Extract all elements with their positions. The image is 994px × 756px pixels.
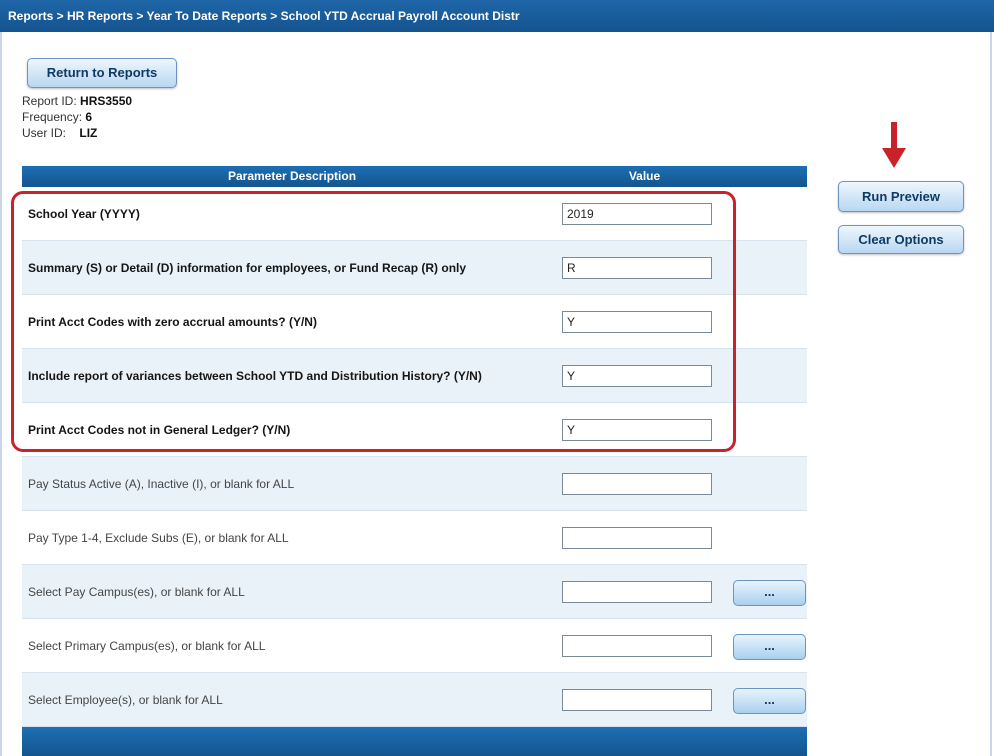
pay-campus-lookup-button[interactable]: ... — [733, 580, 806, 606]
param-label: Select Pay Campus(es), or blank for ALL — [28, 585, 245, 599]
user-id-line: User ID: LIZ — [22, 126, 97, 140]
param-row-variances: Include report of variances between Scho… — [22, 349, 807, 403]
frame-right-edge — [990, 32, 992, 756]
parameters-table-footer — [22, 727, 807, 756]
param-label: Select Primary Campus(es), or blank for … — [28, 639, 266, 653]
header-value: Value — [628, 169, 661, 183]
breadcrumb: Reports > HR Reports > Year To Date Repo… — [0, 0, 994, 32]
header-parameter-description: Parameter Description — [227, 169, 357, 183]
frame-left-edge — [0, 32, 2, 756]
pay-type-input[interactable] — [562, 527, 712, 549]
frequency-label: Frequency: — [22, 110, 83, 124]
parameters-table: Parameter Description Value School Year … — [22, 166, 807, 756]
pay-campus-input[interactable] — [562, 581, 712, 603]
parameters-table-header: Parameter Description Value — [22, 166, 807, 187]
param-row-pay-campus: Select Pay Campus(es), or blank for ALL … — [22, 565, 807, 619]
primary-campus-lookup-button[interactable]: ... — [733, 634, 806, 660]
report-id-value: HRS3550 — [80, 94, 133, 108]
summary-detail-input[interactable]: R — [562, 257, 712, 279]
down-arrow-icon — [882, 122, 906, 168]
param-label: Include report of variances between Scho… — [28, 369, 482, 383]
school-year-input[interactable]: 2019 — [562, 203, 712, 225]
param-row-school-year: School Year (YYYY) 2019 — [22, 187, 807, 241]
report-id-line: Report ID: HRS3550 — [22, 94, 132, 108]
param-row-employee: Select Employee(s), or blank for ALL ... — [22, 673, 807, 727]
param-row-not-in-gl: Print Acct Codes not in General Ledger? … — [22, 403, 807, 457]
param-label: Print Acct Codes with zero accrual amoun… — [28, 315, 317, 329]
param-label: School Year (YYYY) — [28, 207, 140, 221]
employee-input[interactable] — [562, 689, 712, 711]
report-id-label: Report ID: — [22, 94, 77, 108]
param-row-pay-status: Pay Status Active (A), Inactive (I), or … — [22, 457, 807, 511]
param-row-pay-type: Pay Type 1-4, Exclude Subs (E), or blank… — [22, 511, 807, 565]
param-label: Select Employee(s), or blank for ALL — [28, 693, 223, 707]
param-row-primary-campus: Select Primary Campus(es), or blank for … — [22, 619, 807, 673]
param-label: Summary (S) or Detail (D) information fo… — [28, 261, 467, 275]
user-id-label: User ID: — [22, 126, 67, 140]
param-label: Pay Status Active (A), Inactive (I), or … — [28, 477, 295, 491]
param-label: Pay Type 1-4, Exclude Subs (E), or blank… — [28, 531, 289, 545]
user-id-value: LIZ — [79, 126, 98, 140]
frequency-line: Frequency: 6 — [22, 110, 92, 124]
zero-accrual-input[interactable]: Y — [562, 311, 712, 333]
pay-status-input[interactable] — [562, 473, 712, 495]
primary-campus-input[interactable] — [562, 635, 712, 657]
frequency-value: 6 — [85, 110, 93, 124]
run-preview-button[interactable]: Run Preview — [838, 181, 964, 212]
param-row-zero-accrual: Print Acct Codes with zero accrual amoun… — [22, 295, 807, 349]
not-in-gl-input[interactable]: Y — [562, 419, 712, 441]
param-row-summary-detail: Summary (S) or Detail (D) information fo… — [22, 241, 807, 295]
param-label: Print Acct Codes not in General Ledger? … — [28, 423, 291, 437]
return-to-reports-button[interactable]: Return to Reports — [27, 58, 177, 88]
clear-options-button[interactable]: Clear Options — [838, 225, 964, 254]
employee-lookup-button[interactable]: ... — [733, 688, 806, 714]
variances-input[interactable]: Y — [562, 365, 712, 387]
